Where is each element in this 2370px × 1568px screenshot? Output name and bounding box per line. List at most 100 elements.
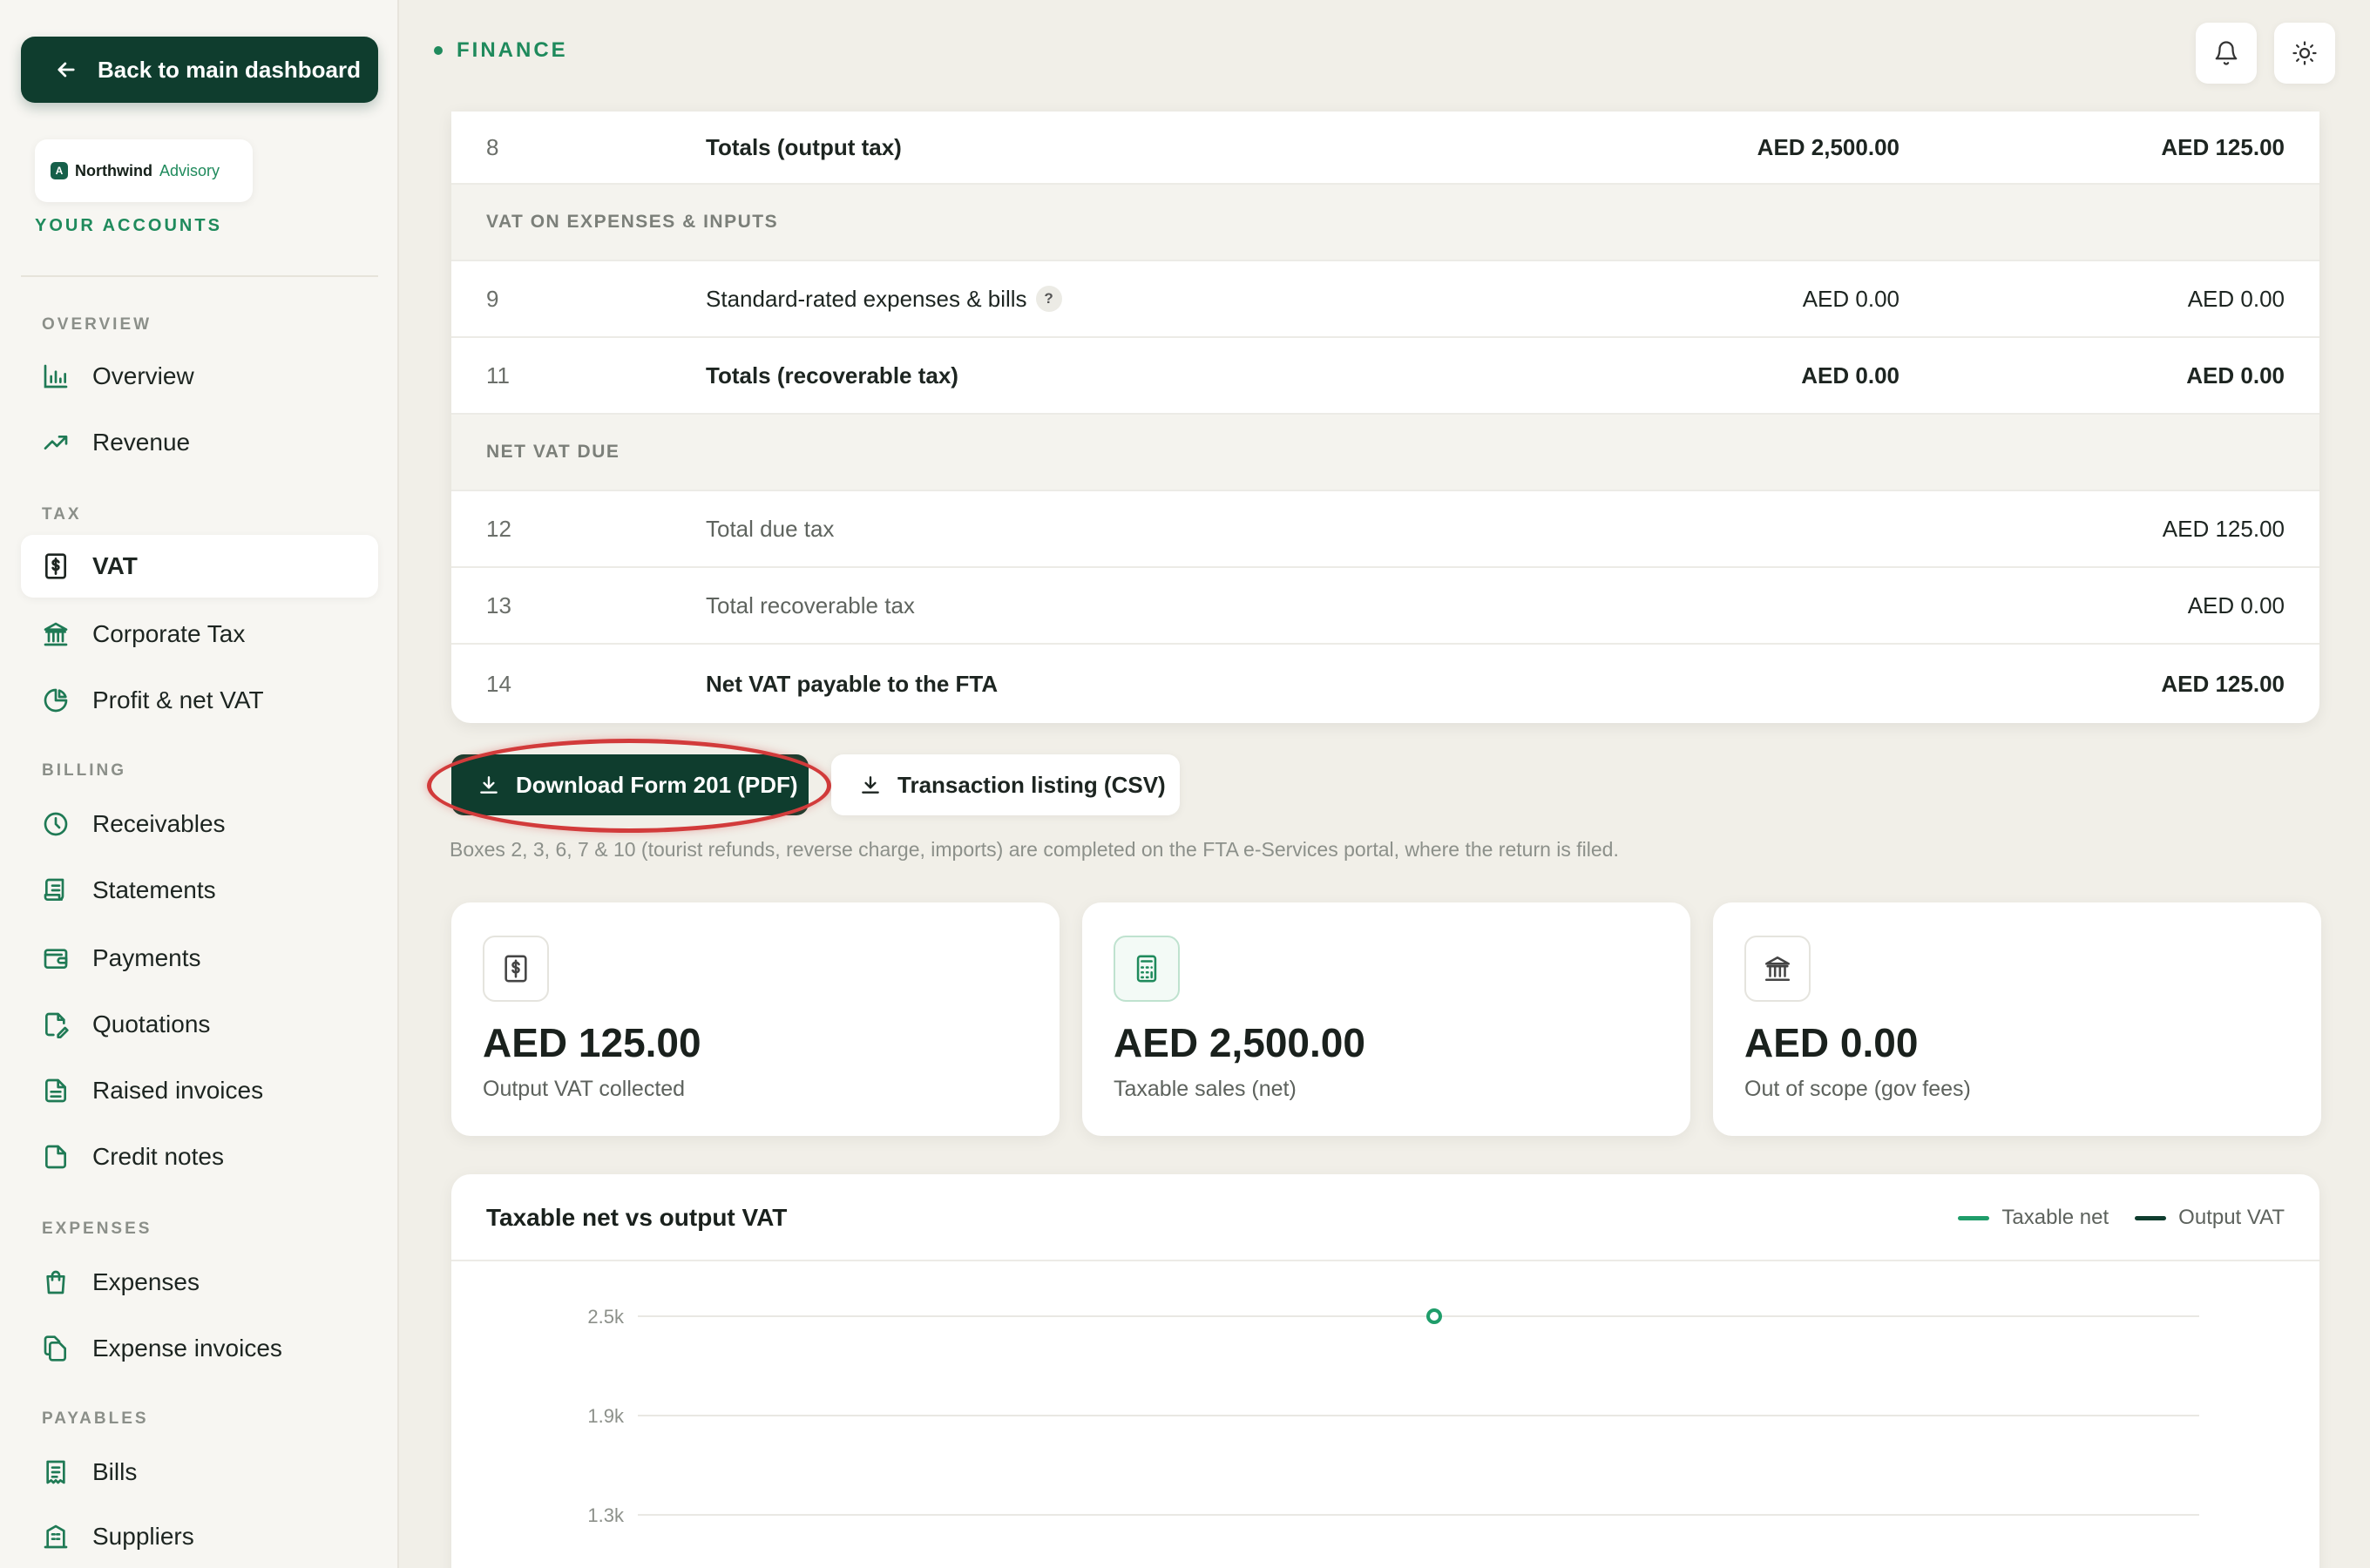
sidebar-item-label: Corporate Tax (92, 620, 246, 647)
theme-toggle-button[interactable] (2274, 23, 2335, 84)
table-row: 11 Totals (recoverable tax) AED 0.00 AED… (451, 338, 2319, 415)
sidebar-item-receivables[interactable]: Receivables (21, 793, 378, 855)
download-icon (862, 776, 879, 794)
nav-section-overview: OVERVIEW (42, 315, 152, 334)
row-description-wrap: Standard-rated expenses & bills ? (706, 286, 1062, 313)
scroll-icon (44, 878, 64, 901)
box-number: 13 (486, 591, 511, 618)
stat-value: AED 0.00 (1744, 1020, 1919, 1065)
wallet-icon (44, 949, 68, 969)
brand-sub: Advisory (159, 161, 220, 179)
sidebar-item-profit-net-vat[interactable]: Profit & net VAT (21, 669, 378, 732)
section-title: VAT ON EXPENSES & INPUTS (486, 212, 779, 232)
sidebar-item-bills[interactable]: Bills (21, 1441, 378, 1504)
help-icon[interactable]: ? (1035, 286, 1062, 312)
y-tick-label: 1.9k (587, 1405, 625, 1427)
sidebar-item-quotations[interactable]: Quotations (21, 993, 378, 1056)
sidebar-item-statements[interactable]: Statements (21, 859, 378, 922)
sidebar: Back to main dashboard A Northwind Advis… (0, 0, 399, 1568)
sidebar-item-label: Overview (92, 362, 194, 389)
finance-section-label: FINANCE (457, 38, 568, 62)
sidebar-item-suppliers[interactable]: Suppliers (21, 1505, 378, 1568)
row-description: Standard-rated expenses & bills (706, 285, 1027, 312)
row-amount: AED 0.00 (1801, 362, 1899, 389)
box-number: 11 (486, 362, 510, 389)
receipt-icon (46, 1460, 65, 1484)
arrow-left-icon (58, 62, 75, 78)
legend-item-output-vat[interactable]: Output VAT (2135, 1206, 2285, 1230)
sidebar-item-label: VAT (92, 552, 138, 579)
box-number: 14 (486, 670, 511, 697)
nav-section-tax: TAX (42, 505, 82, 524)
y-tick-label: 1.3k (587, 1504, 625, 1526)
sidebar-item-vat[interactable]: VAT (21, 535, 378, 598)
bank-icon (44, 622, 68, 646)
file-icon (45, 1145, 66, 1169)
back-to-dashboard-button[interactable]: Back to main dashboard (21, 37, 378, 103)
calculator-icon (1114, 936, 1180, 1002)
brand-logo-icon: A (51, 162, 68, 179)
receipt-dollar-icon (483, 936, 549, 1002)
legend-item-taxable-net[interactable]: Taxable net (1958, 1206, 2109, 1230)
stat-card-out-of-scope: AED 0.00 Out of scope (gov fees) (1713, 902, 2321, 1136)
sun-icon (2292, 41, 2317, 65)
table-row: 12 Total due tax AED 125.00 (451, 491, 2319, 568)
table-section-header: NET VAT DUE (451, 415, 2319, 491)
sidebar-item-credit-notes[interactable]: Credit notes (21, 1125, 378, 1188)
row-description: Total recoverable tax (706, 591, 915, 618)
csv-label: Transaction listing (CSV) (897, 771, 1166, 798)
chart-title: Taxable net vs output VAT (486, 1204, 788, 1231)
receipt-dollar-icon (45, 553, 66, 579)
sidebar-item-label: Bills (92, 1458, 138, 1485)
sidebar-item-label: Revenue (92, 429, 191, 456)
sidebar-item-overview[interactable]: Overview (21, 345, 378, 408)
clock-icon (44, 812, 68, 836)
section-title: NET VAT DUE (486, 442, 620, 462)
sidebar-item-payments[interactable]: Payments (21, 927, 378, 990)
sidebar-item-expense-invoices[interactable]: Expense invoices (21, 1317, 378, 1380)
stat-value: AED 125.00 (483, 1020, 701, 1065)
nav-section-payables: PAYABLES (42, 1409, 149, 1428)
sidebar-item-raised-invoices[interactable]: Raised invoices (21, 1059, 378, 1122)
sidebar-item-revenue[interactable]: Revenue (21, 411, 378, 474)
sidebar-item-label: Expenses (92, 1268, 200, 1295)
back-button-label: Back to main dashboard (98, 56, 361, 83)
chart-card: Taxable net vs output VAT Taxable net Ou… (451, 1174, 2319, 1568)
account-brand-card[interactable]: A Northwind Advisory (35, 139, 253, 202)
nav-section-expenses: EXPENSES (42, 1220, 152, 1238)
row-amount: AED 2,500.00 (1757, 133, 1899, 160)
sidebar-item-label: Statements (92, 876, 216, 903)
sidebar-item-corporate-tax[interactable]: Corporate Tax (21, 603, 378, 666)
vat-return-table: 8 Totals (output tax) AED 2,500.00 AED 1… (451, 112, 2319, 723)
status-dot-icon (434, 46, 443, 55)
highlight-annotation (427, 739, 831, 833)
transaction-listing-csv-button[interactable]: Transaction listing (CSV) (831, 754, 1180, 815)
sidebar-item-label: Raised invoices (92, 1077, 264, 1104)
stat-label: Output VAT collected (483, 1077, 686, 1101)
bank-icon (1744, 936, 1811, 1002)
table-section-header: VAT ON EXPENSES & INPUTS (451, 185, 2319, 261)
legend-swatch (2135, 1215, 2167, 1220)
stat-card-output-vat: AED 125.00 Output VAT collected (451, 902, 1060, 1136)
bar-chart-icon (44, 364, 68, 389)
chart-plot: 2.5k 1.9k 1.3k (587, 1306, 2199, 1526)
table-row: 14 Net VAT payable to the FTA AED 125.00 (451, 645, 2319, 723)
filing-note: Boxes 2, 3, 6, 7 & 10 (tourist refunds, … (450, 838, 1619, 861)
notifications-button[interactable] (2196, 23, 2257, 84)
sidebar-item-label: Suppliers (92, 1523, 194, 1550)
table-row: 13 Total recoverable tax AED 0.00 (451, 568, 2319, 645)
file-text-icon (45, 1078, 66, 1103)
row-description: Net VAT payable to the FTA (706, 670, 999, 697)
sidebar-item-expenses[interactable]: Expenses (21, 1251, 378, 1314)
trending-up-icon (44, 436, 68, 449)
your-accounts-link[interactable]: YOUR ACCOUNTS (35, 216, 222, 236)
data-point-taxable-net[interactable] (1426, 1308, 1442, 1324)
file-edit-icon (45, 1012, 69, 1038)
box-number: 8 (486, 133, 499, 160)
y-tick-label: 2.5k (587, 1306, 625, 1328)
files-icon (44, 1335, 66, 1362)
stat-label: Out of scope (gov fees) (1744, 1077, 1971, 1101)
table-row: 8 Totals (output tax) AED 2,500.00 AED 1… (451, 112, 2319, 185)
stat-card-taxable-sales: AED 2,500.00 Taxable sales (net) (1082, 902, 1690, 1136)
row-vat: AED 0.00 (2186, 362, 2285, 389)
